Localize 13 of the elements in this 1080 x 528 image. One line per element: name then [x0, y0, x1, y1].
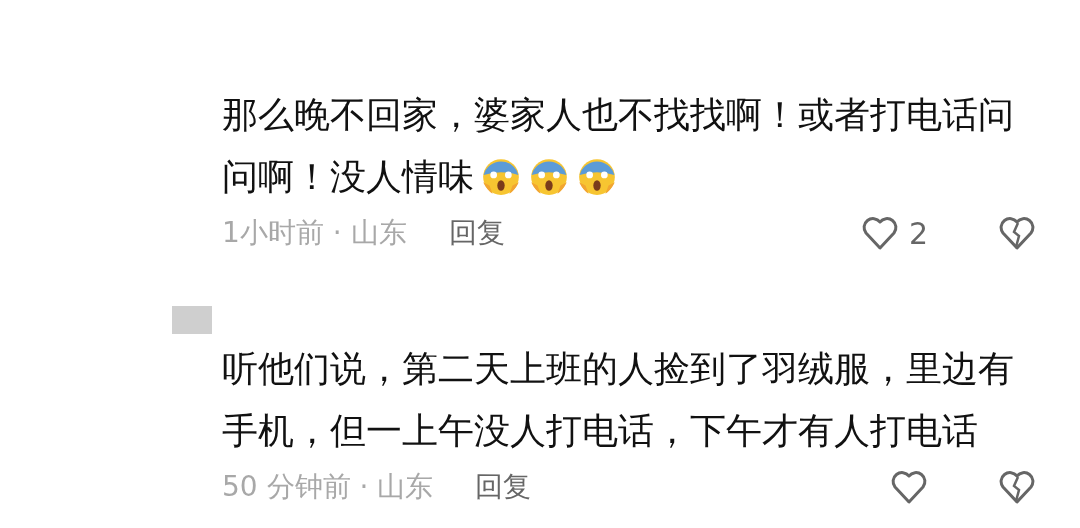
heart-icon[interactable] — [890, 469, 928, 505]
broken-heart-icon[interactable] — [998, 469, 1036, 505]
comment-time-location: 1小时前 · 山东 — [222, 215, 407, 251]
comment-text: 那么晚不回家，婆家人也不找找啊！或者打电话问 — [222, 94, 1014, 135]
reply-link[interactable]: 回复 — [448, 214, 505, 252]
comment-text: 问啊！没人情味 — [222, 156, 474, 197]
like-count: 2 — [908, 215, 928, 251]
comment-text: 听他们说，第二天上班的人捡到了羽绒服，里边有 — [222, 348, 1014, 389]
comment-time-location: 50 分钟前 · 山东 — [222, 469, 434, 505]
reply-link[interactable]: 回复 — [475, 468, 532, 506]
broken-heart-icon[interactable] — [998, 215, 1036, 251]
comment-text: 手机，但一上午没人打电话，下午才有人打电话 — [222, 410, 978, 451]
heart-icon[interactable] — [860, 215, 899, 251]
